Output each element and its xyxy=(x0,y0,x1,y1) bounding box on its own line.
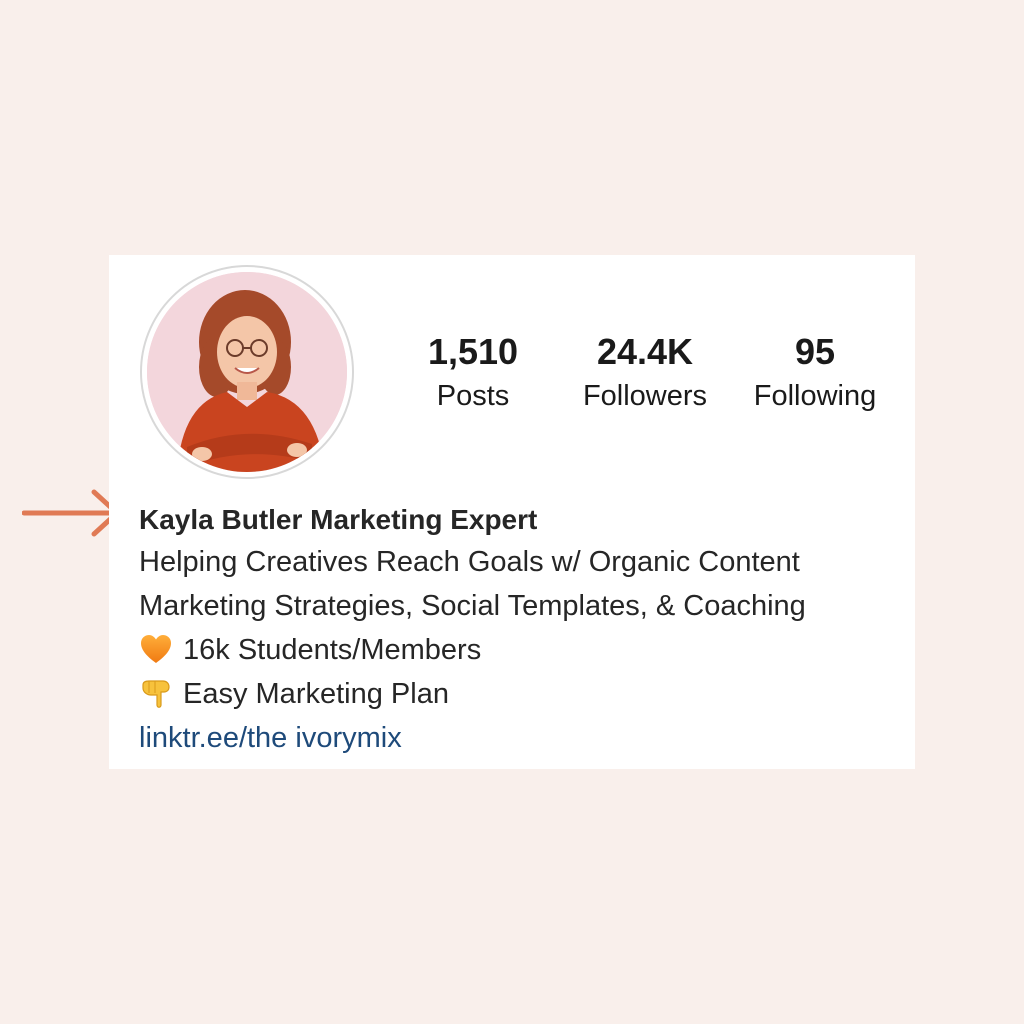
following-label: Following xyxy=(753,380,877,412)
following-count: 95 xyxy=(794,331,836,372)
avatar[interactable] xyxy=(140,265,354,479)
pointing-down-hand-icon xyxy=(142,680,170,708)
page: 1,510 Posts 24.4K Followers 95 Following… xyxy=(0,0,1024,1024)
bio-link[interactable]: linktr.ee/the ivorymix xyxy=(139,716,909,760)
posts-stat[interactable]: 1,510 Posts xyxy=(400,330,546,414)
bio-line-3-text: 16k Students/Members xyxy=(183,633,482,666)
posts-label: Posts xyxy=(436,380,510,412)
bio-line-1: Helping Creatives Reach Goals w/ Organic… xyxy=(139,545,800,578)
followers-stat[interactable]: 24.4K Followers xyxy=(570,330,720,414)
orange-heart-icon xyxy=(141,635,171,663)
bio-line-4: Easy Marketing Plan xyxy=(139,672,909,716)
pointer-arrow-icon xyxy=(22,489,120,537)
profile-bio: Kayla Butler Marketing Expert Helping Cr… xyxy=(139,500,909,760)
following-stat[interactable]: 95 Following xyxy=(740,330,890,414)
profile-photo-icon xyxy=(147,272,347,472)
posts-count: 1,510 xyxy=(427,331,519,372)
bio-line-2: Marketing Strategies, Social Templates, … xyxy=(139,589,806,622)
followers-label: Followers xyxy=(582,380,708,412)
avatar-image xyxy=(147,272,347,472)
bio-line-4-text: Easy Marketing Plan xyxy=(183,677,449,710)
followers-count: 24.4K xyxy=(596,331,694,372)
bio-line-3: 16k Students/Members xyxy=(139,628,909,672)
profile-stats: 1,510 Posts 24.4K Followers 95 Following xyxy=(400,330,900,430)
profile-name: Kayla Butler Marketing Expert xyxy=(139,504,538,535)
